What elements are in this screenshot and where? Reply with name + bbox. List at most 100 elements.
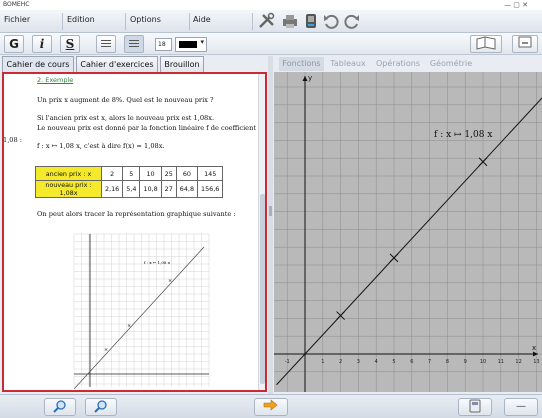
menu-divider — [125, 13, 126, 30]
color-swatch — [179, 41, 197, 48]
panel-splitter[interactable] — [268, 56, 273, 394]
table-cell: 10 — [139, 166, 162, 181]
table-cell: 60 — [175, 166, 199, 181]
x-tick-label: 1 — [321, 359, 324, 365]
tab-brouillon[interactable]: Brouillon — [160, 56, 204, 72]
mini-function-line — [73, 246, 205, 389]
menu-aide[interactable]: Aide — [193, 15, 211, 24]
graph-tick-labels: -112345678910111213141516 — [285, 359, 540, 365]
menu-divider — [62, 13, 63, 30]
calculator-icon — [469, 399, 481, 413]
x-tick-label: 3 — [357, 359, 360, 365]
doc-paragraph: Un prix x augment de 8%. Quel est le nou… — [37, 96, 214, 104]
function-graph[interactable]: -112345678910111213141516 f : x ↦ 1,08 x… — [274, 72, 542, 392]
x-tick-label: 6 — [410, 359, 413, 365]
values-table: ancien prix : x 2 5 10 25 60 145 nouveau… — [35, 166, 224, 198]
course-notebook-panel[interactable]: 2. Exemple Un prix x augment de 8%. Quel… — [2, 72, 267, 392]
section-heading: 2. Exemple — [37, 76, 74, 84]
y-axis-arrow — [302, 76, 308, 81]
x-tick-label: 4 — [375, 359, 378, 365]
notebook-button[interactable] — [470, 35, 502, 53]
x-tick-label: 8 — [446, 359, 449, 365]
function-graph-panel[interactable]: -112345678910111213141516 f : x ↦ 1,08 x… — [274, 72, 542, 392]
menu-divider — [189, 13, 190, 30]
mini-function-graph: f : x ↦ 1,08 x × × × — [73, 233, 210, 389]
tab-fonctions[interactable]: Fonctions — [279, 57, 324, 71]
tab-cahier-exercices[interactable]: Cahier d'exercices — [76, 56, 158, 72]
table-cell: 145 — [197, 166, 224, 181]
x-axis-label: x — [532, 344, 536, 352]
mini-point-marker: × — [127, 323, 131, 329]
device-icon[interactable] — [302, 12, 320, 30]
table-cell: 2,16 — [100, 180, 124, 198]
doc-paragraph: f : x ↦ 1,08 x, c'est à dire f(x) = 1,08… — [37, 142, 165, 150]
function-line — [276, 97, 542, 386]
book-icon — [476, 36, 496, 50]
undo-icon[interactable] — [322, 12, 340, 30]
format-toolbar: G i S 18 ▾ — [0, 33, 542, 55]
calculator-button[interactable] — [458, 398, 492, 416]
table-cell: 10,8 — [139, 180, 162, 198]
mini-grid — [73, 233, 210, 387]
align-left-button[interactable] — [96, 35, 116, 53]
tab-cahier-de-cours[interactable]: Cahier de cours — [2, 56, 74, 72]
menu-divider — [252, 13, 253, 30]
splitter-grip[interactable] — [269, 206, 272, 216]
align-justify-button[interactable] — [124, 35, 144, 53]
left-tab-bar: Cahier de cours Cahier d'exercices Broui… — [0, 56, 270, 72]
doc-paragraph: Le nouveau prix est donné par la fonctio… — [37, 124, 256, 132]
keyboard-button[interactable] — [512, 35, 538, 53]
table-header-cell: nouveau prix : 1,08x — [35, 180, 102, 198]
right-tab-bar: Fonctions Tableaux Opérations Géométrie — [277, 56, 542, 72]
mini-function-label: f : x ↦ 1,08 x — [144, 260, 171, 265]
chevron-down-icon: ▾ — [200, 38, 204, 46]
italic-button[interactable]: i — [32, 35, 52, 53]
tab-operations[interactable]: Opérations — [372, 57, 424, 71]
zoom-in-icon — [53, 400, 66, 413]
tab-tableaux[interactable]: Tableaux — [326, 57, 370, 71]
text-color-picker[interactable]: ▾ — [175, 37, 207, 52]
tab-geometrie[interactable]: Géométrie — [426, 57, 476, 71]
align-left-icon — [101, 40, 111, 49]
table-cell: 25 — [160, 166, 177, 181]
menu-options[interactable]: Options — [130, 15, 161, 24]
x-tick-label: 7 — [428, 359, 431, 365]
table-header-cell: ancien prix : x — [35, 166, 102, 181]
underline-button[interactable]: S — [60, 35, 80, 53]
scrollbar-thumb[interactable] — [260, 194, 265, 384]
table-cell: 27 — [160, 180, 177, 198]
forward-icon — [263, 399, 278, 411]
zoom-in-button[interactable] — [44, 398, 76, 416]
keyboard-icon — [518, 36, 532, 48]
mini-point-marker: × — [168, 278, 172, 284]
table-cell: 2 — [100, 166, 124, 181]
title-bar: BOMEHC — ▢ ✕ — [0, 0, 542, 10]
table-cell: 5,4 — [122, 180, 141, 198]
table-cell: 5 — [122, 166, 141, 181]
vertical-scrollbar[interactable] — [258, 74, 265, 390]
font-size-select[interactable]: 18 — [155, 38, 172, 51]
menu-edition[interactable]: Edition — [67, 15, 95, 24]
x-tick-label: 10 — [480, 359, 486, 365]
x-tick-label: 13 — [533, 359, 539, 365]
mini-point-marker: × — [104, 347, 108, 353]
print-icon[interactable] — [281, 12, 299, 30]
zoom-out-icon — [94, 400, 107, 413]
menu-fichier[interactable]: Fichier — [4, 15, 30, 24]
bottom-toolbar: — — [0, 394, 542, 418]
table-row: nouveau prix : 1,08x 2,16 5,4 10,8 27 64… — [35, 180, 224, 198]
zoom-out-button[interactable] — [85, 398, 117, 416]
tools-icon[interactable] — [258, 12, 276, 30]
table-cell: 64,8 — [175, 180, 199, 198]
x-axis-arrow — [533, 351, 538, 357]
x-tick-label: -1 — [285, 359, 290, 365]
bold-button[interactable]: G — [4, 35, 24, 53]
margin-note: 1,08 : — [3, 136, 22, 144]
table-cell: 156,6 — [197, 180, 224, 198]
function-label: f : x ↦ 1,08 x — [434, 130, 492, 140]
forward-button[interactable] — [254, 398, 288, 416]
redo-icon[interactable] — [343, 12, 361, 30]
window-title: BOMEHC — [3, 1, 30, 8]
minimize-panel-button[interactable]: — — [504, 398, 538, 416]
window-controls[interactable]: — ▢ ✕ — [504, 1, 528, 9]
